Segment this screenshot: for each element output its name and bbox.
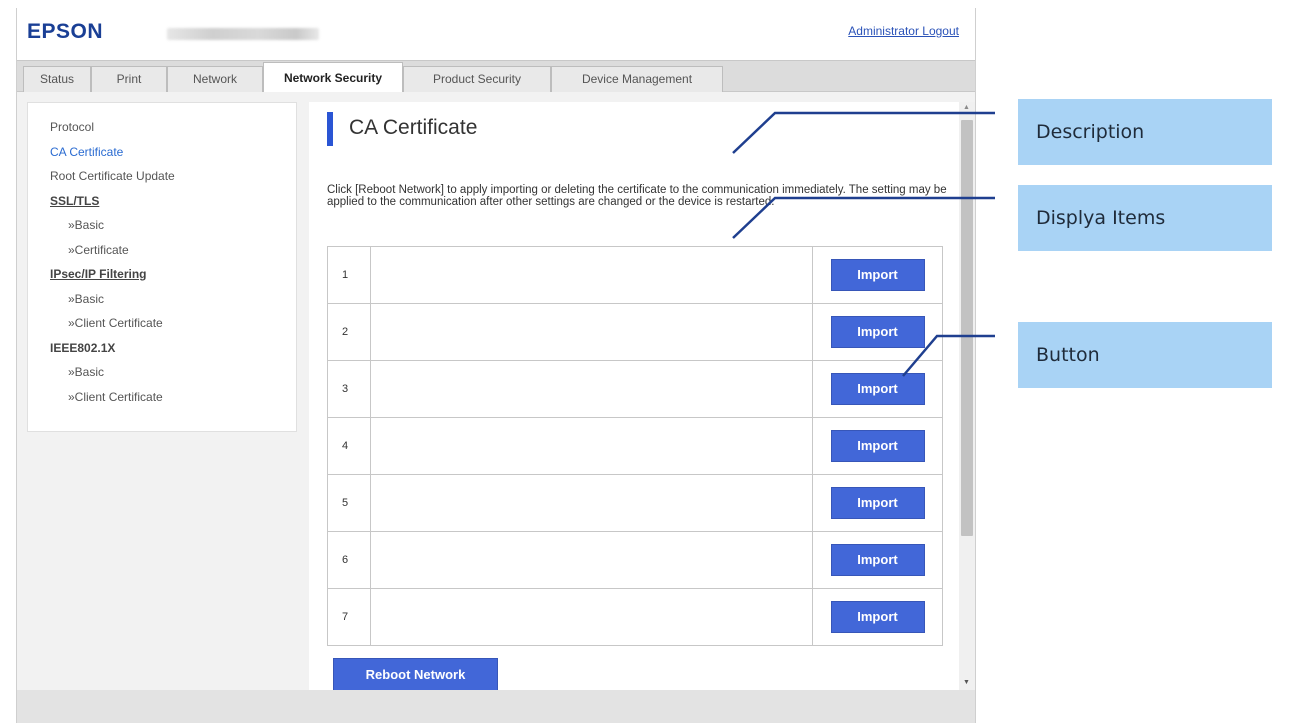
certificate-display-cell	[370, 246, 813, 304]
page-title: CA Certificate	[349, 116, 478, 139]
row-number: 7	[327, 588, 371, 646]
tab-network[interactable]: Network	[167, 66, 263, 92]
scroll-up-arrow-icon[interactable]: ▲	[963, 104, 970, 111]
button-cell: Import	[812, 246, 943, 304]
row-number: 5	[327, 474, 371, 532]
sidebar-item-ssl-certificate[interactable]: »Certificate	[28, 238, 296, 263]
button-cell: Import	[812, 360, 943, 418]
scroll-down-arrow-icon[interactable]: ▼	[963, 679, 970, 686]
sidebar-item-ssl-basic[interactable]: »Basic	[28, 213, 296, 238]
content-area: Protocol CA Certificate Root Certificate…	[17, 92, 975, 691]
import-button[interactable]: Import	[830, 430, 925, 462]
button-cell: Import	[812, 417, 943, 475]
table-row: 3 Import	[327, 360, 943, 418]
description-text: Click [Reboot Network] to apply importin…	[327, 184, 947, 208]
certificate-display-cell	[370, 474, 813, 532]
reboot-network-button[interactable]: Reboot Network	[333, 658, 498, 691]
sidebar-item-ipsec-ip-filtering[interactable]: IPsec/IP Filtering	[28, 262, 296, 287]
browser-page: EPSON Administrator Logout Status Print …	[16, 8, 976, 723]
tab-network-security[interactable]: Network Security	[263, 62, 403, 93]
row-number: 6	[327, 531, 371, 589]
title-accent-bar	[327, 112, 333, 146]
certificate-display-cell	[370, 588, 813, 646]
scrollbar-thumb[interactable]	[961, 120, 973, 536]
vertical-scrollbar[interactable]: ▲ ▼	[959, 102, 975, 690]
certificate-display-cell	[370, 303, 813, 361]
sidebar-item-ieee8021x[interactable]: IEEE802.1X	[28, 336, 296, 361]
callout-description: Description	[1018, 99, 1272, 165]
table-row: 5 Import	[327, 474, 943, 532]
certificate-display-cell	[370, 360, 813, 418]
import-button[interactable]: Import	[830, 259, 925, 291]
row-number: 1	[327, 246, 371, 304]
epson-logo: EPSON	[27, 20, 104, 43]
import-button[interactable]: Import	[830, 373, 925, 405]
button-cell: Import	[812, 588, 943, 646]
table-row: 7 Import	[327, 588, 943, 646]
import-button[interactable]: Import	[830, 487, 925, 519]
page-footer-strip	[17, 690, 975, 723]
certificate-table: 1 Import 2 Import 3 Import 4 Import 5 Im…	[327, 246, 943, 646]
import-button[interactable]: Import	[830, 316, 925, 348]
certificate-display-cell	[370, 417, 813, 475]
sidebar-item-ipsec-client-certificate[interactable]: »Client Certificate	[28, 311, 296, 336]
button-cell: Import	[812, 531, 943, 589]
sidebar-item-ieee-client-certificate[interactable]: »Client Certificate	[28, 385, 296, 410]
sidebar-item-ipsec-basic[interactable]: »Basic	[28, 287, 296, 312]
administrator-logout-link[interactable]: Administrator Logout	[848, 24, 959, 38]
tab-product-security[interactable]: Product Security	[403, 66, 551, 92]
sidebar-item-ieee-basic[interactable]: »Basic	[28, 360, 296, 385]
callout-display-items: Displya Items	[1018, 185, 1272, 251]
main-panel: CA Certificate Click [Reboot Network] to…	[309, 102, 959, 691]
callout-button: Button	[1018, 322, 1272, 388]
page-header: EPSON Administrator Logout	[17, 8, 975, 56]
row-number: 2	[327, 303, 371, 361]
table-row: 6 Import	[327, 531, 943, 589]
button-cell: Import	[812, 474, 943, 532]
blurred-printer-name	[167, 28, 319, 40]
tab-print[interactable]: Print	[91, 66, 167, 92]
table-row: 1 Import	[327, 246, 943, 304]
sidebar-item-root-certificate-update[interactable]: Root Certificate Update	[28, 164, 296, 189]
sidebar-item-ssl-tls[interactable]: SSL/TLS	[28, 189, 296, 214]
import-button[interactable]: Import	[830, 601, 925, 633]
sidebar: Protocol CA Certificate Root Certificate…	[27, 102, 297, 432]
table-row: 2 Import	[327, 303, 943, 361]
row-number: 3	[327, 360, 371, 418]
sidebar-item-ca-certificate[interactable]: CA Certificate	[28, 140, 296, 165]
certificate-display-cell	[370, 531, 813, 589]
tab-bar: Status Print Network Network Security Pr…	[17, 60, 975, 93]
row-number: 4	[327, 417, 371, 475]
import-button[interactable]: Import	[830, 544, 925, 576]
tab-device-management[interactable]: Device Management	[551, 66, 723, 92]
tab-status[interactable]: Status	[23, 66, 91, 92]
table-row: 4 Import	[327, 417, 943, 475]
button-cell: Import	[812, 303, 943, 361]
sidebar-item-protocol[interactable]: Protocol	[28, 115, 296, 140]
